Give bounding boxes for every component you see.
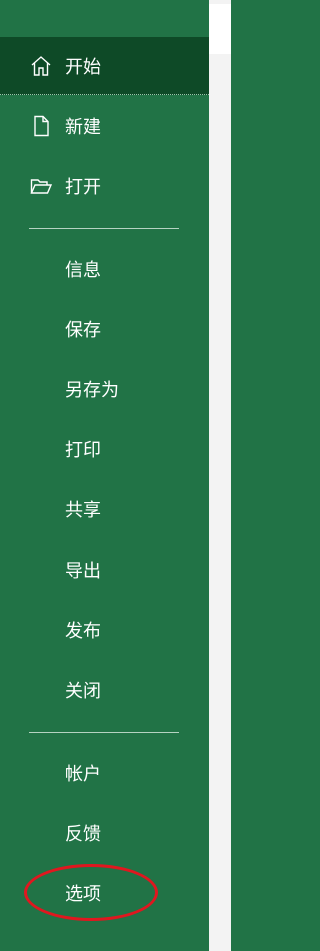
- sidebar-item-label: 另存为: [65, 380, 119, 401]
- sidebar-item-options[interactable]: 选项: [0, 864, 209, 922]
- content-panel-header: [209, 4, 231, 54]
- sidebar-item-label: 开始: [65, 56, 101, 78]
- backstage-sidebar: 开始 新建 打开 信息 保存 另存为 打印 共享 导出 发布 关闭 帐户 反馈 …: [0, 0, 209, 951]
- sidebar-item-label: 共享: [65, 500, 101, 521]
- sidebar-item-label: 帐户: [65, 764, 101, 785]
- sidebar-item-info[interactable]: 信息: [0, 240, 209, 298]
- sidebar-item-share[interactable]: 共享: [0, 480, 209, 538]
- sidebar-item-open[interactable]: 打开: [0, 157, 209, 215]
- sidebar-item-account[interactable]: 帐户: [0, 744, 209, 802]
- open-folder-icon: [28, 173, 54, 199]
- sidebar-item-label: 信息: [65, 260, 101, 281]
- sidebar-item-label: 新建: [65, 117, 101, 138]
- sidebar-item-label: 打开: [65, 177, 101, 198]
- sidebar-item-label: 保存: [65, 320, 101, 341]
- sidebar-item-label: 反馈: [65, 824, 101, 845]
- divider: [29, 228, 179, 229]
- sidebar-item-home[interactable]: 开始: [0, 37, 209, 95]
- sidebar-item-close[interactable]: 关闭: [0, 661, 209, 719]
- sidebar-item-label: 选项: [65, 884, 101, 905]
- divider: [29, 732, 179, 733]
- sidebar-item-label: 导出: [65, 561, 101, 582]
- sidebar-item-label: 发布: [65, 621, 101, 642]
- sidebar-item-export[interactable]: 导出: [0, 541, 209, 599]
- sidebar-item-save[interactable]: 保存: [0, 300, 209, 358]
- sidebar-item-publish[interactable]: 发布: [0, 601, 209, 659]
- content-panel-edge: [209, 0, 231, 951]
- sidebar-item-label: 打印: [65, 440, 101, 461]
- sidebar-item-new[interactable]: 新建: [0, 97, 209, 155]
- sidebar-item-label: 关闭: [65, 681, 101, 702]
- sidebar-item-feedback[interactable]: 反馈: [0, 804, 209, 862]
- new-document-icon: [28, 113, 54, 139]
- sidebar-item-print[interactable]: 打印: [0, 420, 209, 478]
- sidebar-top-band: [0, 0, 209, 4]
- excel-backstage-view: 开始 新建 打开 信息 保存 另存为 打印 共享 导出 发布 关闭 帐户 反馈 …: [0, 0, 231, 951]
- sidebar-item-save-as[interactable]: 另存为: [0, 360, 209, 418]
- home-icon: [28, 53, 54, 79]
